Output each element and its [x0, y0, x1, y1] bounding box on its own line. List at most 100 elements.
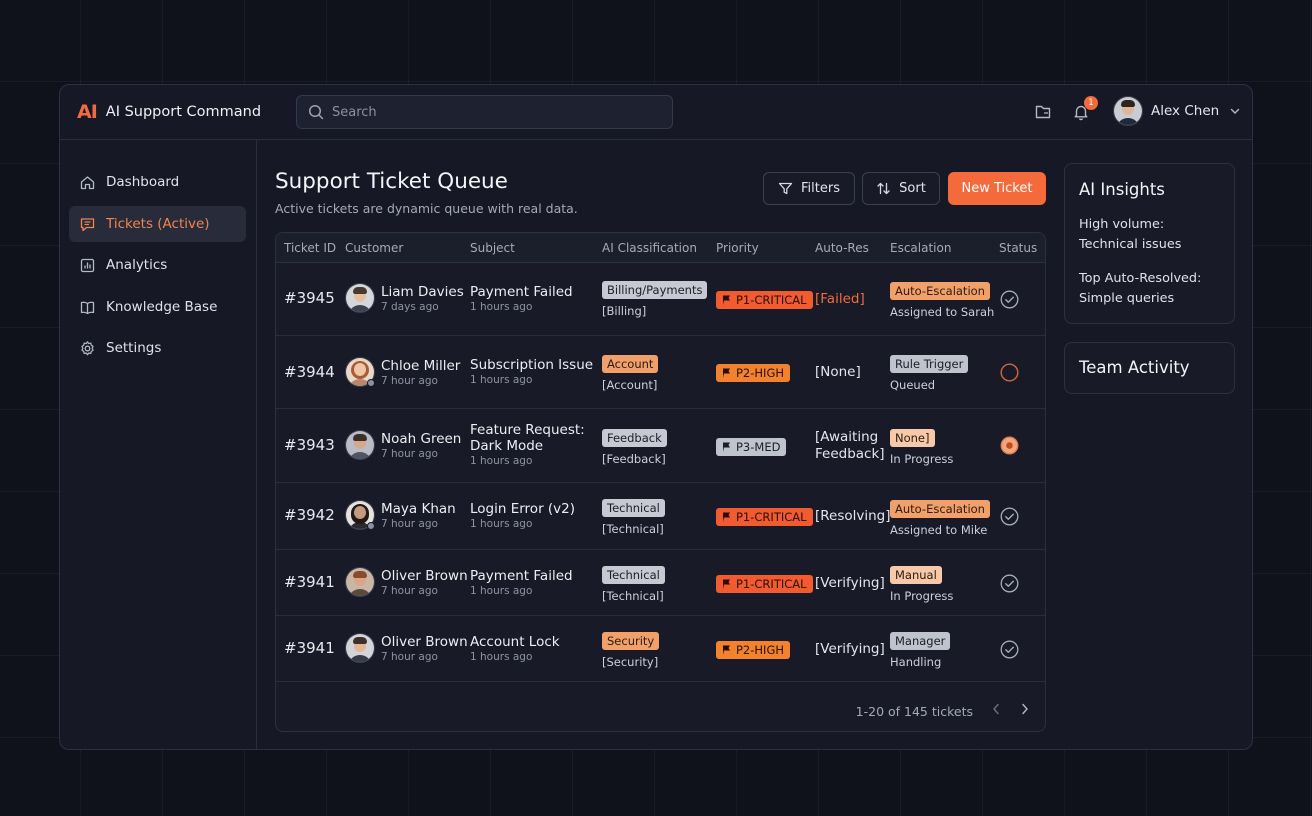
sort-button[interactable]: Sort	[862, 172, 940, 205]
search-input[interactable]	[332, 104, 652, 120]
files-button[interactable]	[1033, 102, 1053, 122]
sidebar-item-analytics[interactable]: Analytics	[69, 247, 246, 283]
sidebar-item-label: Knowledge Base	[106, 299, 218, 315]
avatar	[345, 430, 375, 460]
table-row[interactable]: #3942 Maya Khan 7 hour ago Login Error (…	[276, 483, 1045, 550]
customer-name: Noah Green	[381, 430, 462, 447]
status-in-progress-icon[interactable]	[1000, 436, 1019, 459]
subject-cell: Payment Failed 1 hours ago	[470, 284, 573, 313]
status-resolved-icon[interactable]	[1000, 640, 1019, 663]
column-header[interactable]: Auto-Res	[815, 241, 869, 255]
column-header[interactable]: Customer	[345, 241, 403, 255]
filter-icon	[778, 182, 793, 195]
escalation-cell: Auto-Escalation Assigned to Mike	[890, 498, 990, 537]
status-resolved-icon[interactable]	[1000, 290, 1019, 313]
folder-icon	[1035, 105, 1051, 119]
notifications-button[interactable]: 1	[1071, 96, 1098, 122]
subject-cell: Account Lock 1 hours ago	[470, 634, 560, 663]
user-menu[interactable]: Alex Chen	[1113, 96, 1241, 126]
classification-tag: Account	[602, 355, 659, 373]
filters-label: Filters	[801, 181, 840, 196]
escalation-sub: In Progress	[890, 589, 954, 603]
table-row[interactable]: #3943 Noah Green 7 hour ago Feature Requ…	[276, 409, 1045, 483]
subject: Subscription Issue	[470, 357, 594, 373]
user-name: Alex Chen	[1151, 103, 1220, 119]
sidebar-item-knowledge-base[interactable]: Knowledge Base	[69, 289, 246, 325]
ticket-id[interactable]: #3943	[284, 436, 335, 454]
escalation-sub: Handling	[890, 655, 942, 669]
presence-dot	[367, 522, 375, 530]
escalation-tag: Manual	[890, 566, 942, 584]
sidebar: Dashboard Tickets (Active) Analytics Kno…	[60, 140, 257, 749]
priority-badge: P2-HIGH	[716, 641, 790, 659]
customer-name: Liam Davies	[381, 283, 464, 300]
priority-badge: P1-CRITICAL	[716, 575, 813, 593]
column-header[interactable]: Subject	[470, 241, 515, 255]
top-bar: AI AI Support Command 1 Alex Chen	[60, 85, 1252, 140]
escalation-cell: Manual In Progress	[890, 564, 953, 603]
avatar	[1113, 96, 1143, 126]
priority-badge: P1-CRITICAL	[716, 291, 813, 309]
notification-badge: 1	[1084, 96, 1098, 110]
ticket-id[interactable]: #3942	[284, 506, 335, 524]
insight-label: High volume:	[1079, 217, 1165, 232]
customer-cell: Oliver Brown 7 hour ago	[345, 633, 468, 663]
prev-page-button[interactable]	[990, 701, 1002, 720]
subject-cell: Subscription Issue 1 hours ago	[470, 357, 593, 386]
classification-cell: Technical [Technical]	[602, 497, 665, 536]
app-title: AI Support Command	[105, 104, 262, 120]
priority-label: P2-HIGH	[736, 366, 784, 380]
ticket-id[interactable]: #3945	[284, 289, 335, 307]
table-row[interactable]: #3941 Oliver Brown 7 hour ago Account Lo…	[276, 616, 1045, 682]
sidebar-item-tickets[interactable]: Tickets (Active)	[69, 206, 246, 242]
chevron-right-icon	[1022, 703, 1028, 715]
sidebar-item-label: Analytics	[106, 257, 168, 273]
column-header[interactable]: Status	[999, 241, 1037, 255]
priority-cell: P1-CRITICAL	[716, 507, 813, 526]
new-ticket-button[interactable]: New Ticket	[948, 172, 1046, 205]
subject: Payment Failed	[470, 284, 573, 300]
subject-time: 1 hours ago	[470, 455, 533, 467]
escalation-sub: Assigned to Sarah	[890, 305, 995, 319]
escalation-sub: In Progress	[890, 452, 954, 466]
column-header[interactable]: AI Classification	[602, 241, 697, 255]
table-row[interactable]: #3945 Liam Davies 7 days ago Payment Fai…	[276, 263, 1045, 336]
next-page-button[interactable]	[1019, 701, 1031, 720]
auto-res: [Verifying]	[815, 575, 885, 591]
column-header[interactable]: Ticket ID	[284, 241, 336, 255]
status-open-icon[interactable]	[1000, 363, 1019, 386]
priority-cell: P2-HIGH	[716, 640, 790, 659]
priority-cell: P1-CRITICAL	[716, 290, 813, 309]
status-resolved-icon[interactable]	[1000, 574, 1019, 597]
escalation-tag: Rule Trigger	[890, 355, 969, 373]
customer-cell: Noah Green 7 hour ago	[345, 430, 461, 460]
customer-time: 7 hour ago	[381, 447, 438, 460]
table-row[interactable]: #3941 Oliver Brown 7 hour ago Payment Fa…	[276, 550, 1045, 616]
search-box[interactable]	[296, 95, 673, 129]
column-header[interactable]: Priority	[716, 241, 759, 255]
app-logo[interactable]: AI AI Support Command	[77, 101, 261, 123]
classification-sub: [Billing]	[602, 304, 647, 318]
ticket-id[interactable]: #3941	[284, 573, 335, 591]
subject-time: 1 hours ago	[470, 651, 533, 663]
ticket-id[interactable]: #3941	[284, 639, 335, 657]
filters-button[interactable]: Filters	[763, 172, 855, 205]
classification-tag: Technical	[602, 499, 665, 517]
table-header: Ticket ID Customer Subject AI Classifica…	[276, 233, 1045, 263]
subject-cell: Feature Request: Dark Mode 1 hours ago	[470, 422, 595, 467]
status-resolved-icon[interactable]	[1000, 507, 1019, 530]
escalation-tag: None]	[890, 429, 935, 447]
priority-badge: P1-CRITICAL	[716, 508, 813, 526]
column-header[interactable]: Escalation	[890, 241, 951, 255]
classification-tag: Security	[602, 632, 660, 650]
sidebar-item-dashboard[interactable]: Dashboard	[69, 164, 246, 200]
team-activity-panel[interactable]: Team Activity	[1064, 342, 1235, 394]
escalation-sub: Queued	[890, 378, 936, 392]
ticket-id[interactable]: #3944	[284, 363, 335, 381]
priority-label: P2-HIGH	[736, 643, 784, 657]
book-icon	[80, 301, 95, 314]
sidebar-item-settings[interactable]: Settings	[69, 330, 246, 366]
table-row[interactable]: #3944 Chloe Miller 7 hour ago Subscripti…	[276, 336, 1045, 409]
auto-res: [Verifying]	[815, 641, 885, 657]
page-title: Support Ticket Queue	[275, 169, 508, 194]
